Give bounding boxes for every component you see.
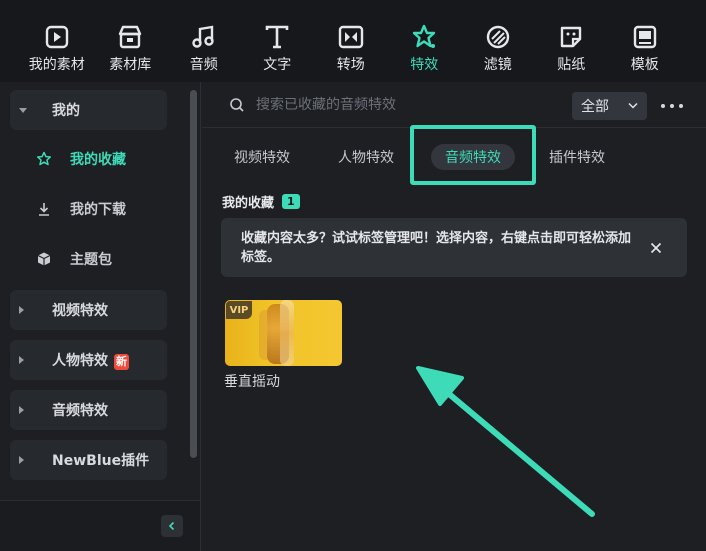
expand-arrow-icon bbox=[19, 356, 24, 364]
sidebar-item-label: 我的收藏 bbox=[70, 152, 126, 168]
count-badge: 1 bbox=[282, 194, 300, 209]
effect-name: 垂直摇动 bbox=[224, 374, 280, 390]
sidebar-item-theme-packs[interactable]: 主题包 bbox=[36, 244, 112, 274]
sidebar-group-label: 人物特效 bbox=[52, 353, 108, 369]
filter-dropdown[interactable]: 全部 bbox=[572, 92, 647, 120]
sidebar-item-label: 我的下载 bbox=[70, 202, 126, 218]
sidebar-item-label: 主题包 bbox=[70, 252, 112, 268]
filter-value: 全部 bbox=[581, 99, 609, 115]
toolbar-effects[interactable]: 特效 bbox=[388, 0, 462, 82]
search-input[interactable] bbox=[256, 94, 556, 116]
more-options-button[interactable] bbox=[659, 94, 685, 118]
sidebar-group-label: 音频特效 bbox=[52, 403, 108, 419]
sidebar-group-label-wrap: 人物特效新 bbox=[52, 350, 129, 370]
toolbar-text[interactable]: 文字 bbox=[241, 0, 315, 82]
toolbar-label: 素材库 bbox=[109, 57, 152, 73]
filter-icon bbox=[486, 25, 509, 49]
search-icon bbox=[230, 98, 244, 112]
sidebar-group-video-effects[interactable]: 视频特效 bbox=[10, 290, 167, 330]
audio-icon bbox=[192, 25, 214, 48]
sticker-icon bbox=[561, 26, 582, 48]
sidebar-item-downloads[interactable]: 我的下载 bbox=[36, 194, 126, 224]
tag-tip-notice: 收藏内容太多？试试标签管理吧！选择内容，右键点击即可轻松添加标签。 bbox=[221, 218, 687, 277]
expand-arrow-icon bbox=[19, 406, 24, 414]
toolbar-label: 模板 bbox=[630, 57, 659, 73]
dot-icon bbox=[679, 104, 683, 108]
new-badge: 新 bbox=[114, 354, 129, 370]
toolbar-template[interactable]: 模板 bbox=[608, 0, 682, 82]
sidebar-group-mine[interactable]: 我的 bbox=[10, 90, 167, 130]
highlight-annotation-box bbox=[410, 125, 536, 185]
text-icon bbox=[265, 25, 289, 49]
toolbar-label: 贴纸 bbox=[557, 57, 586, 73]
toolbar-label: 滤镜 bbox=[483, 57, 512, 73]
toolbar-label: 我的素材 bbox=[28, 57, 85, 73]
toolbar-stock-media[interactable]: 素材库 bbox=[94, 0, 168, 82]
expand-arrow-icon bbox=[19, 456, 24, 464]
section-title-text: 我的收藏 bbox=[222, 196, 275, 211]
download-icon bbox=[39, 203, 49, 216]
vip-badge: VIP bbox=[226, 301, 252, 319]
sidebar-group-label: NewBlue插件 bbox=[52, 453, 150, 469]
toolbar-audio[interactable]: 音频 bbox=[167, 0, 241, 82]
notice-text: 收藏内容太多？试试标签管理吧！选择内容，右键点击即可轻松添加标签。 bbox=[241, 231, 632, 265]
close-icon[interactable] bbox=[648, 240, 664, 256]
sidebar-scrollbar[interactable] bbox=[190, 90, 197, 458]
tab-person-effects[interactable]: 人物特效 bbox=[326, 144, 406, 170]
box-icon bbox=[37, 252, 51, 266]
sidebar-group-label: 我的 bbox=[52, 103, 80, 119]
toolbar-my-media[interactable]: 我的素材 bbox=[20, 0, 94, 82]
top-toolbar: 我的素材 素材库 音频 文字 转场 特效 滤镜 贴纸 模板 bbox=[0, 0, 706, 82]
toolbar-transition[interactable]: 转场 bbox=[314, 0, 388, 82]
collapse-sidebar-button[interactable] bbox=[161, 515, 183, 537]
toolbar-sticker[interactable]: 贴纸 bbox=[535, 0, 609, 82]
effect-thumbnail[interactable]: VIP bbox=[225, 300, 342, 366]
dot-icon bbox=[670, 104, 674, 108]
template-icon bbox=[633, 25, 656, 49]
transition-icon bbox=[338, 25, 363, 49]
sidebar-group-label: 视频特效 bbox=[52, 303, 108, 319]
expand-arrow-icon bbox=[19, 306, 24, 314]
tab-plugin-effects[interactable]: 插件特效 bbox=[537, 144, 617, 170]
dot-icon bbox=[661, 104, 665, 108]
toolbar-label: 转场 bbox=[336, 57, 365, 73]
chevron-left-icon bbox=[168, 521, 175, 531]
stock-media-icon bbox=[119, 25, 142, 49]
sidebar-group-newblue[interactable]: NewBlue插件 bbox=[10, 440, 167, 480]
toolbar-label: 特效 bbox=[410, 57, 439, 73]
search-bar: 全部 bbox=[202, 82, 706, 128]
expand-arrow-icon bbox=[19, 107, 27, 113]
section-title: 我的收藏 1 bbox=[222, 192, 300, 211]
sidebar: 我的 我的收藏 我的下载 主题包 视频特效 人物特效新 音频特效 NewBlue… bbox=[0, 82, 201, 551]
effects-icon bbox=[413, 24, 436, 48]
chevron-down-icon bbox=[628, 102, 638, 109]
tab-video-effects[interactable]: 视频特效 bbox=[222, 144, 302, 170]
toolbar-filter[interactable]: 滤镜 bbox=[461, 0, 535, 82]
sidebar-group-person-effects[interactable]: 人物特效新 bbox=[10, 340, 167, 380]
my-media-icon bbox=[45, 25, 68, 49]
main-panel: 全部 视频特效 人物特效 音频特效 插件特效 我的收藏 1 收藏内容太多？试试标… bbox=[202, 82, 706, 551]
sidebar-group-audio-effects[interactable]: 音频特效 bbox=[10, 390, 167, 430]
thumbnail-art bbox=[280, 300, 294, 366]
sidebar-item-favorites[interactable]: 我的收藏 bbox=[36, 144, 126, 174]
toolbar-label: 文字 bbox=[263, 57, 292, 73]
toolbar-label: 音频 bbox=[189, 57, 218, 73]
star-icon bbox=[36, 151, 52, 166]
